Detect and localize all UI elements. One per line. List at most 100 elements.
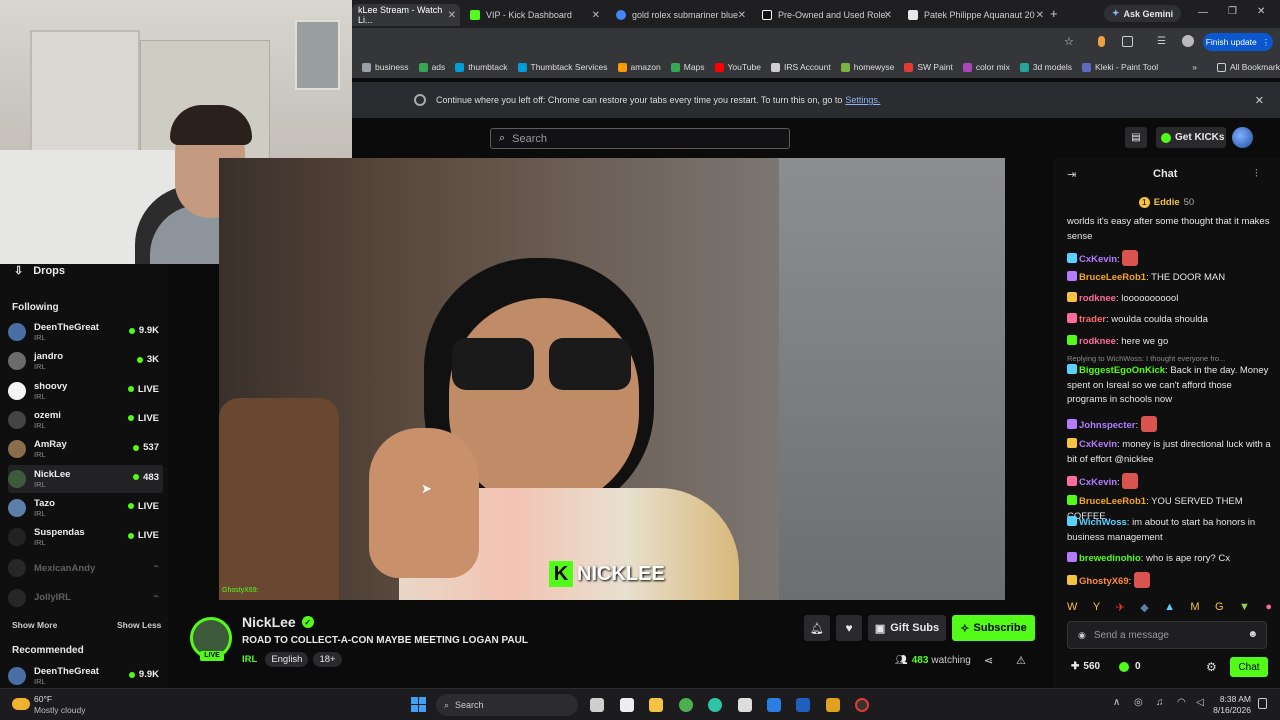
bookmark-item[interactable]: thumbtack (455, 62, 508, 72)
clock-time[interactable]: 8:38 AM (1218, 694, 1251, 704)
report-icon[interactable]: ⚠︎ (1016, 654, 1026, 667)
extension-icon[interactable] (1098, 36, 1105, 47)
user-avatar[interactable] (1232, 127, 1253, 148)
volume-icon[interactable]: ◁ (1196, 697, 1204, 708)
reading-list-icon[interactable]: ☰ (1157, 36, 1166, 47)
clock-date[interactable]: 8/16/2026 (1208, 705, 1251, 715)
mic-icon[interactable]: ♫ (1156, 697, 1164, 708)
emote-icon[interactable]: M (1190, 601, 1199, 613)
show-more-button[interactable]: Show More (12, 620, 57, 630)
wifi-icon[interactable]: ◠ (1177, 697, 1186, 708)
app-icon[interactable] (826, 698, 840, 712)
chat-username[interactable]: BruceLeeRob1 (1079, 496, 1146, 507)
bookmark-item[interactable]: SW Paint (904, 62, 953, 72)
chat-username[interactable]: rodknee (1079, 336, 1116, 347)
new-tab-button[interactable]: + (1050, 6, 1058, 21)
close-icon[interactable]: ✕ (738, 10, 746, 21)
bookmark-item[interactable]: Maps (670, 62, 705, 72)
emoji-icon[interactable]: ☻ (1247, 629, 1258, 640)
minimize-button[interactable]: — (1198, 7, 1208, 18)
sidebar-item-amray[interactable]: AmRay IRL 537 (8, 435, 163, 463)
chat-username[interactable]: BruceLeeRob1 (1079, 272, 1146, 283)
get-kicks-button[interactable]: Get KICKs (1156, 127, 1226, 148)
task-view-icon[interactable] (590, 698, 604, 712)
sidebar-item-deenthegreat[interactable]: DeenTheGreat IRL 9.9K (8, 318, 163, 346)
bookmark-item[interactable]: business (362, 62, 409, 72)
extensions-icon[interactable] (1122, 36, 1133, 47)
star-icon[interactable]: ☆ (1064, 35, 1074, 48)
sidebar-item-tazo[interactable]: Tazo IRL LIVE (8, 494, 163, 522)
maximize-button[interactable]: ❐ (1228, 6, 1237, 17)
send-chat-button[interactable]: Chat (1230, 657, 1268, 677)
close-icon[interactable]: ✕ (592, 10, 600, 21)
tray-app-icon[interactable]: ◎ (1134, 697, 1143, 708)
chrome-icon[interactable] (679, 698, 693, 712)
emote-icon[interactable]: ▲ (1164, 601, 1175, 613)
tag-18plus[interactable]: 18+ (313, 652, 342, 667)
sidebar-item-shoovy[interactable]: shoovy IRL LIVE (8, 377, 163, 405)
app-icon[interactable] (855, 698, 869, 712)
channel-name[interactable]: NickLee (242, 614, 296, 630)
channel-points[interactable]: ✚ 560 (1071, 661, 1100, 672)
file-explorer-icon[interactable] (649, 698, 663, 712)
windows-start-icon[interactable] (411, 697, 426, 712)
kicks-balance[interactable]: 0 (1119, 661, 1141, 672)
tag-english[interactable]: English (265, 652, 309, 667)
chat-username[interactable]: WichWoss (1079, 517, 1127, 528)
bookmark-item[interactable]: Thumbtack Services (517, 62, 608, 72)
share-icon[interactable]: ⋖ (984, 654, 993, 667)
sidebar-item-nicklee[interactable]: NickLee IRL 483 (8, 464, 163, 493)
category-link[interactable]: IRL (242, 654, 257, 665)
video-player[interactable]: K NICKLEE GhostyX69: ➤ (219, 158, 1005, 600)
tab-preowned-rolex[interactable]: Pre-Owned and Used Role: ✕ (756, 4, 896, 26)
tab-patek[interactable]: Patek Philippe Aquanaut 20 ✕ (902, 4, 1048, 26)
emote-icon[interactable]: ▼ (1239, 601, 1250, 613)
chat-username[interactable]: CxKevin (1079, 254, 1117, 265)
tray-chevron-icon[interactable]: ∧ (1113, 697, 1120, 708)
sidebar-item-offline[interactable]: JollyIRL ⌁ (8, 584, 163, 612)
taskbar-search[interactable]: ⌕ Search (436, 694, 578, 716)
weather-temp[interactable]: 60°F (34, 694, 52, 704)
emote-icon[interactable]: ● (1265, 601, 1272, 613)
tab-gold-rolex[interactable]: gold rolex submariner blue ✕ (610, 4, 750, 26)
chat-username[interactable]: GhostyX69 (1079, 576, 1129, 587)
search-input[interactable]: ⌕ Search (490, 128, 790, 149)
bookmark-item[interactable]: ads (418, 62, 445, 72)
sidebar-item-suspendas[interactable]: Suspendas IRL LIVE (8, 523, 163, 551)
tab-kick-stream[interactable]: kLee Stream - Watch Li... ✕ (352, 4, 460, 26)
emote-icon[interactable]: Y (1093, 601, 1100, 613)
chat-username[interactable]: trader (1079, 314, 1106, 325)
close-icon[interactable]: ✕ (1036, 10, 1044, 21)
bookmark-item[interactable]: YouTube (714, 62, 761, 72)
bookmark-item[interactable]: IRS Account (770, 62, 831, 72)
recommended-item[interactable]: DeenTheGreat IRL 9.9K (8, 662, 163, 690)
chat-username[interactable]: rodknee (1079, 293, 1116, 304)
bookmark-item[interactable]: Kleki - Paint Tool (1082, 62, 1158, 72)
calculator-icon[interactable] (738, 698, 752, 712)
subscribe-button[interactable]: ✧ Subscribe (952, 615, 1035, 641)
bookmark-item[interactable]: 3d models (1019, 62, 1072, 72)
finish-update-button[interactable]: Finish update ⋮ (1203, 33, 1273, 51)
notepad-icon[interactable] (620, 698, 634, 712)
chat-users-icon[interactable]: ⫶ (1255, 168, 1258, 181)
send-message-input[interactable]: ◉ Send a message ☻ (1067, 621, 1267, 649)
all-bookmarks-button[interactable]: All Bookmarks (1216, 62, 1280, 72)
emote-icon[interactable]: ✈ (1116, 601, 1125, 614)
chat-username[interactable]: brewedinohio (1079, 553, 1141, 564)
bookmark-item[interactable]: homewyse (840, 62, 894, 72)
chat-username[interactable]: BiggestEgoOnKick (1079, 365, 1165, 376)
edge-icon[interactable] (708, 698, 722, 712)
sidebar-item-offline[interactable]: MexicanAndy ⌁ (8, 554, 163, 582)
weather-desc[interactable]: Mostly cloudy (34, 705, 86, 715)
profile-icon[interactable] (1182, 35, 1194, 47)
close-icon[interactable]: ✕ (1255, 94, 1264, 107)
sidebar-item-drops[interactable]: ⇩ Drops (14, 264, 65, 278)
gift-subs-button[interactable]: ▣ Gift Subs (868, 615, 946, 641)
close-icon[interactable]: ✕ (448, 10, 456, 21)
settings-link[interactable]: Settings. (845, 95, 880, 105)
layout-icon[interactable]: ▤ (1125, 127, 1147, 148)
sidebar-item-ozemi[interactable]: ozemi IRL LIVE (8, 406, 163, 434)
word-icon[interactable] (796, 698, 810, 712)
collapse-chat-icon[interactable]: ⇥ (1067, 168, 1076, 181)
close-window-button[interactable]: ✕ (1257, 6, 1265, 17)
